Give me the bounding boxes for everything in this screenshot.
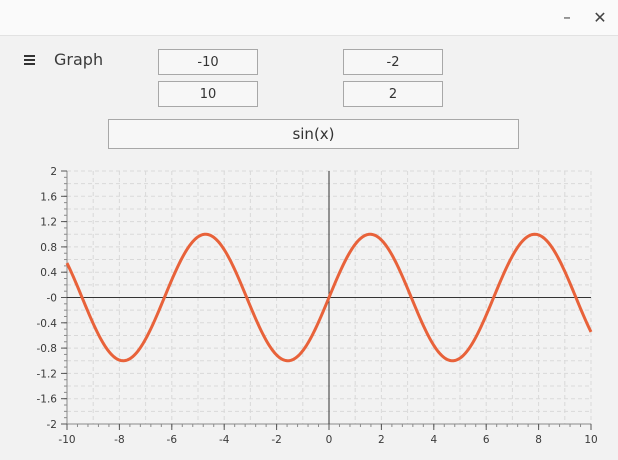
x-tick-label: -6 bbox=[167, 434, 178, 446]
y-tick-label: -0 bbox=[47, 293, 57, 305]
window-titlebar: – ✕ bbox=[0, 0, 618, 36]
y-tick-label: 2 bbox=[50, 166, 57, 178]
y-max-field[interactable] bbox=[343, 81, 443, 107]
y-tick-label: 1.6 bbox=[40, 191, 57, 203]
y-tick-label: -1.6 bbox=[37, 394, 58, 406]
x-tick-label: -8 bbox=[114, 434, 124, 446]
x-max-field[interactable] bbox=[158, 81, 258, 107]
x-tick-label: 4 bbox=[430, 434, 437, 446]
x-tick-label: 2 bbox=[378, 434, 385, 446]
x-tick-label: -4 bbox=[219, 434, 230, 446]
x-tick-label: 0 bbox=[326, 434, 333, 446]
close-icon[interactable]: ✕ bbox=[589, 6, 611, 28]
x-tick-label: -10 bbox=[58, 434, 75, 446]
y-tick-label: -0.4 bbox=[37, 318, 58, 330]
x-tick-label: 6 bbox=[483, 434, 490, 446]
function-input[interactable] bbox=[108, 119, 519, 149]
y-tick-label: -0.8 bbox=[37, 343, 58, 355]
y-tick-label: -1.2 bbox=[37, 368, 58, 380]
hamburger-menu-icon[interactable] bbox=[21, 52, 39, 68]
y-tick-label: -2 bbox=[47, 419, 57, 431]
y-tick-label: 1.2 bbox=[40, 217, 57, 229]
y-min-field[interactable] bbox=[343, 49, 443, 75]
y-tick-label: 0.8 bbox=[40, 242, 57, 254]
x-tick-label: -2 bbox=[271, 434, 281, 446]
x-min-field[interactable] bbox=[158, 49, 258, 75]
minimize-icon[interactable]: – bbox=[556, 6, 578, 28]
page-title: Graph bbox=[54, 50, 104, 69]
function-curve bbox=[65, 232, 593, 363]
x-tick-label: 8 bbox=[535, 434, 542, 446]
y-tick-label: 0.4 bbox=[40, 267, 57, 279]
function-plot: -10 -8 -6 -4 -2 0 2 4 6 8 10 2 1.6 1.2 0.8 0.4 -0 -0.4 -0.… bbox=[37, 166, 598, 446]
x-tick-label: 10 bbox=[584, 434, 597, 446]
